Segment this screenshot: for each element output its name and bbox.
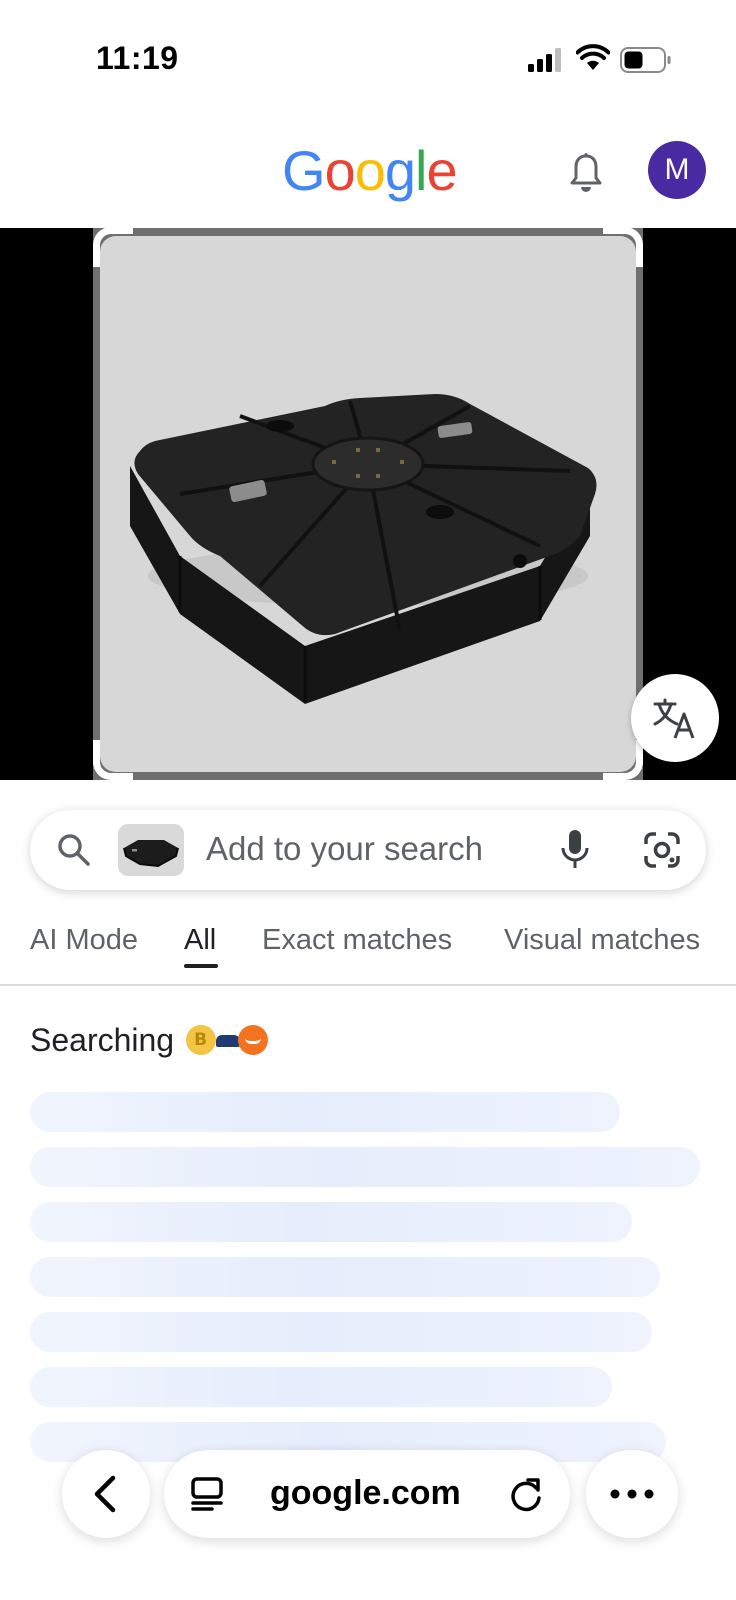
searching-label: Searching: [30, 1021, 175, 1058]
battery-icon: [620, 47, 671, 73]
crop-handle-top-left[interactable]: [93, 227, 133, 267]
crop-handle-bottom-left[interactable]: [93, 740, 133, 780]
umbrella-base-image: [130, 394, 597, 704]
tab-ai-mode[interactable]: AI Mode: [30, 924, 138, 957]
search-tabs: AI Mode All Exact matches Visual matches: [0, 900, 736, 986]
crop-handle-top-right[interactable]: [603, 227, 643, 267]
query-image-thumbnail[interactable]: [118, 824, 184, 876]
loading-placeholder-line: [30, 1147, 700, 1187]
tab-all[interactable]: All: [184, 924, 216, 957]
image-viewer[interactable]: [0, 227, 736, 780]
tab-exact-matches[interactable]: Exact matches: [262, 924, 452, 957]
tab-visual-matches[interactable]: Visual matches: [504, 924, 700, 957]
thumbnail-image: [123, 840, 179, 868]
google-logo: Google: [282, 139, 458, 202]
search-icon[interactable]: [56, 832, 92, 868]
translate-icon: [653, 698, 695, 739]
status-bar: 11:19: [0, 0, 736, 110]
source-favicon-3: [238, 1025, 269, 1055]
query-image[interactable]: [100, 236, 636, 772]
url-text[interactable]: google.com: [270, 1474, 461, 1513]
loading-placeholder-line: [30, 1312, 652, 1352]
more-options-button[interactable]: [586, 1450, 678, 1538]
page-menu-icon[interactable]: [190, 1476, 224, 1512]
loading-placeholder-line: [30, 1202, 632, 1242]
wifi-icon: [576, 44, 610, 70]
google-lens-icon[interactable]: [642, 830, 682, 870]
address-bar[interactable]: google.com: [164, 1450, 570, 1538]
loading-placeholder-line: [30, 1367, 612, 1407]
searching-indicator: Searching B: [30, 1020, 269, 1060]
back-button[interactable]: [62, 1450, 150, 1538]
loading-placeholder-line: [30, 1092, 620, 1132]
app-header: Google M: [0, 110, 736, 228]
crop-handle-bottom-right[interactable]: [603, 740, 643, 780]
active-tab-indicator: [184, 964, 218, 968]
loading-placeholder-line: [30, 1257, 660, 1297]
translate-button[interactable]: [631, 674, 719, 762]
account-avatar[interactable]: M: [648, 141, 706, 199]
chevron-left-icon: [94, 1475, 116, 1513]
cellular-signal-icon: [528, 48, 562, 72]
more-horizontal-icon: [610, 1489, 654, 1499]
reload-icon[interactable]: [508, 1476, 544, 1512]
status-time: 11:19: [96, 40, 179, 76]
search-bar[interactable]: Add to your search: [30, 810, 706, 890]
search-input[interactable]: Add to your search: [206, 830, 483, 868]
notifications-bell-icon[interactable]: [566, 152, 606, 196]
microphone-icon[interactable]: [558, 828, 592, 872]
